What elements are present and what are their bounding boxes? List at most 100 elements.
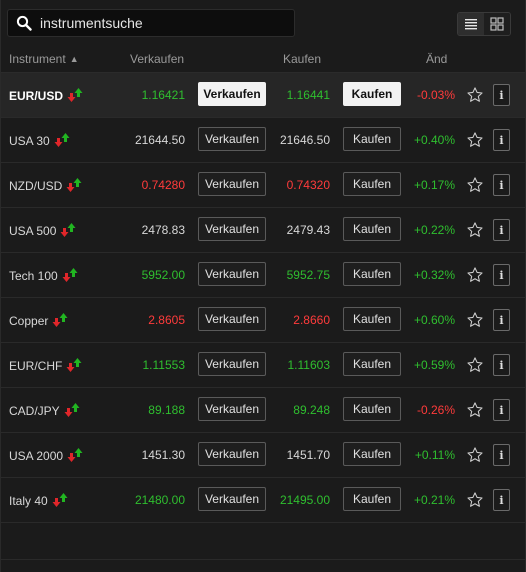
info-icon[interactable]: i	[493, 444, 510, 466]
instrument-name-label: USA 500	[9, 224, 57, 238]
instrument-name-label: Tech 100	[9, 269, 58, 283]
sell-button[interactable]: Verkaufen	[198, 352, 266, 376]
star-icon[interactable]	[466, 311, 484, 329]
column-instrument[interactable]: Instrument ▲	[9, 52, 79, 66]
up-down-arrows-icon	[52, 492, 68, 511]
sell-price: 2.8605	[148, 313, 185, 327]
table-row[interactable]: Italy 40 21480.00 Verkaufen 21495.00 Kau…	[1, 478, 525, 523]
up-down-arrows-icon	[54, 132, 70, 151]
instrument-name: USA 2000	[9, 447, 83, 466]
list-view-icon[interactable]	[458, 13, 484, 35]
instrument-name-label: Italy 40	[9, 494, 48, 508]
sell-button[interactable]: Verkaufen	[198, 172, 266, 196]
info-icon[interactable]: i	[493, 84, 510, 106]
sell-button[interactable]: Verkaufen	[198, 127, 266, 151]
search-icon	[16, 15, 32, 31]
info-icon[interactable]: i	[493, 309, 510, 331]
change-percent: -0.26%	[416, 403, 455, 417]
buy-button[interactable]: Kaufen	[343, 217, 401, 241]
up-down-arrows-icon	[67, 87, 83, 106]
instrument-name: EUR/CHF	[9, 357, 82, 376]
sell-button[interactable]: Verkaufen	[198, 487, 266, 511]
buy-price: 89.248	[293, 403, 330, 417]
instrument-name-label: EUR/USD	[9, 89, 64, 103]
star-icon[interactable]	[466, 86, 484, 104]
sell-button[interactable]: Verkaufen	[198, 397, 266, 421]
instrument-name: USA 30	[9, 132, 70, 151]
sell-button[interactable]: Verkaufen	[198, 82, 266, 106]
star-icon[interactable]	[466, 491, 484, 509]
sell-price: 2478.83	[141, 223, 185, 237]
buy-price: 5952.75	[286, 268, 330, 282]
change-percent: +0.59%	[413, 358, 455, 372]
buy-button[interactable]: Kaufen	[343, 487, 401, 511]
sell-button[interactable]: Verkaufen	[198, 262, 266, 286]
table-row[interactable]: CAD/JPY 89.188 Verkaufen 89.248 Kaufen -…	[1, 388, 525, 433]
buy-price: 21495.00	[279, 493, 330, 507]
instrument-list: EUR/USD 1.16421 Verkaufen 1.16441 Kaufen…	[1, 73, 525, 523]
star-icon[interactable]	[466, 131, 484, 149]
buy-button[interactable]: Kaufen	[343, 127, 401, 151]
buy-button[interactable]: Kaufen	[343, 307, 401, 331]
search-input[interactable]	[40, 15, 294, 31]
star-icon[interactable]	[466, 221, 484, 239]
table-row[interactable]: EUR/CHF 1.11553 Verkaufen 1.11603 Kaufen…	[1, 343, 525, 388]
grid-view-icon[interactable]	[484, 13, 510, 35]
sell-button[interactable]: Verkaufen	[198, 217, 266, 241]
instrument-name: USA 500	[9, 222, 76, 241]
buy-button[interactable]: Kaufen	[343, 442, 401, 466]
change-percent: +0.22%	[413, 223, 455, 237]
instrument-name-label: Copper	[9, 314, 49, 328]
buy-button[interactable]: Kaufen	[343, 352, 401, 376]
up-down-arrows-icon	[52, 312, 68, 331]
sell-button[interactable]: Verkaufen	[198, 307, 266, 331]
info-icon[interactable]: i	[493, 399, 510, 421]
buy-button[interactable]: Kaufen	[343, 82, 401, 106]
instrument-name: Italy 40	[9, 492, 68, 511]
table-row[interactable]: Copper 2.8605 Verkaufen 2.8660 Kaufen +0…	[1, 298, 525, 343]
info-icon[interactable]: i	[493, 174, 510, 196]
info-icon[interactable]: i	[493, 264, 510, 286]
table-row[interactable]: Tech 100 5952.00 Verkaufen 5952.75 Kaufe…	[1, 253, 525, 298]
up-down-arrows-icon	[66, 357, 82, 376]
search-box[interactable]	[7, 9, 295, 37]
column-sell: Verkaufen	[130, 52, 185, 66]
star-icon[interactable]	[466, 266, 484, 284]
sell-price: 21480.00	[134, 493, 185, 507]
change-percent: +0.11%	[414, 448, 455, 462]
info-icon[interactable]: i	[493, 219, 510, 241]
change-percent: +0.40%	[413, 133, 455, 147]
star-icon[interactable]	[466, 356, 484, 374]
instrument-name: CAD/JPY	[9, 402, 80, 421]
sell-price: 1451.30	[141, 448, 185, 462]
column-instrument-label: Instrument	[9, 52, 66, 66]
instrument-panel: Instrument▲ Verkaufen Kaufen Änd EUR/USD…	[0, 0, 526, 572]
star-icon[interactable]	[466, 446, 484, 464]
table-row[interactable]: USA 500 2478.83 Verkaufen 2479.43 Kaufen…	[1, 208, 525, 253]
sell-price: 5952.00	[141, 268, 185, 282]
instrument-name: Copper	[9, 312, 68, 331]
instrument-name-label: NZD/USD	[9, 179, 63, 193]
sell-button[interactable]: Verkaufen	[198, 442, 266, 466]
info-icon[interactable]: i	[493, 129, 510, 151]
buy-button[interactable]: Kaufen	[343, 172, 401, 196]
table-row[interactable]: USA 2000 1451.30 Verkaufen 1451.70 Kaufe…	[1, 433, 525, 478]
instrument-name-label: EUR/CHF	[9, 359, 63, 373]
change-percent: +0.17%	[413, 178, 455, 192]
column-buy: Kaufen	[283, 52, 322, 66]
star-icon[interactable]	[466, 401, 484, 419]
divider	[1, 559, 525, 560]
buy-price: 0.74320	[286, 178, 330, 192]
buy-button[interactable]: Kaufen	[343, 397, 401, 421]
column-change: Änd	[426, 52, 448, 66]
star-icon[interactable]	[466, 176, 484, 194]
buy-button[interactable]: Kaufen	[343, 262, 401, 286]
table-row[interactable]: EUR/USD 1.16421 Verkaufen 1.16441 Kaufen…	[1, 73, 525, 118]
info-icon[interactable]: i	[493, 354, 510, 376]
buy-price: 2.8660	[293, 313, 330, 327]
table-row[interactable]: USA 30 21644.50 Verkaufen 21646.50 Kaufe…	[1, 118, 525, 163]
table-row[interactable]: NZD/USD 0.74280 Verkaufen 0.74320 Kaufen…	[1, 163, 525, 208]
info-icon[interactable]: i	[493, 489, 510, 511]
instrument-name-label: USA 30	[9, 134, 50, 148]
buy-price: 1.11603	[287, 358, 331, 372]
